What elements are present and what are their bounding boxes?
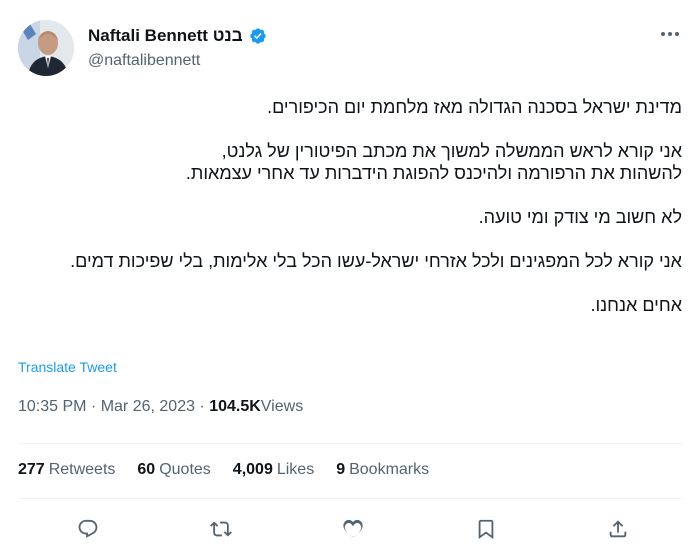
translate-tweet-link[interactable]: Translate Tweet	[18, 359, 117, 375]
bookmark-icon[interactable]	[472, 515, 500, 543]
quotes-count: 60	[137, 461, 156, 478]
more-icon[interactable]	[658, 24, 682, 44]
divider	[18, 443, 682, 444]
tweet-text: מדינת ישראל בסכנה הגדולה מאז מלחמת יום ה…	[18, 96, 682, 338]
likes-label: Likes	[276, 461, 315, 478]
display-name[interactable]: Naftali Bennett בנט	[88, 26, 243, 46]
tweet-paragraph: לא חשוב מי צודק ומי טועה.	[478, 207, 682, 227]
tweet-paragraph: אני קורא לראש הממשלה למשוך את מכתב הפיטו…	[185, 141, 682, 183]
retweets-label: Retweets	[48, 461, 116, 478]
quotes-label: Quotes	[159, 461, 211, 478]
retweets-count: 277	[18, 461, 45, 478]
tweet-date[interactable]: Mar 26, 2023	[101, 398, 195, 416]
bookmarks-label: Bookmarks	[349, 461, 430, 478]
views-label: Views	[260, 398, 304, 415]
verified-badge-icon	[249, 27, 267, 45]
tweet-actions	[18, 512, 682, 546]
tweet-paragraph: אני קורא לכל המפגינים ולכל אזרחי ישראל-ע…	[70, 251, 682, 271]
likes-count: 4,009	[232, 461, 273, 478]
share-icon[interactable]	[604, 515, 632, 543]
tweet-paragraph: אחים אנחנו.	[590, 295, 682, 315]
retweet-icon[interactable]	[207, 515, 235, 543]
user-handle[interactable]: @naftalibennett	[88, 52, 200, 70]
likes-stat[interactable]: 4,009 Likes	[233, 461, 314, 479]
retweets-stat[interactable]: 277 Retweets	[18, 461, 115, 479]
name-row: Naftali Bennett בנט	[88, 26, 267, 46]
tweet-header: Naftali Bennett בנט @naftalibennett	[18, 18, 682, 78]
views-count: 104.5K	[209, 398, 261, 415]
tweet-meta: 10:35 PM · Mar 26, 2023 · 104.5K Views	[18, 398, 304, 416]
tweet-stats: 277 Retweets 60 Quotes 4,009 Likes 9 Bookmar…	[18, 461, 429, 479]
divider	[18, 498, 682, 499]
like-icon[interactable]	[339, 515, 367, 543]
bookmarks-stat[interactable]: 9 Bookmarks	[336, 461, 429, 479]
tweet-paragraph: מדינת ישראל בסכנה הגדולה מאז מלחמת יום ה…	[267, 97, 682, 117]
avatar[interactable]	[18, 20, 74, 76]
reply-icon[interactable]	[74, 515, 102, 543]
bookmarks-count: 9	[336, 461, 346, 478]
tweet-time[interactable]: 10:35 PM	[18, 398, 86, 416]
quotes-stat[interactable]: 60 Quotes	[137, 461, 210, 479]
